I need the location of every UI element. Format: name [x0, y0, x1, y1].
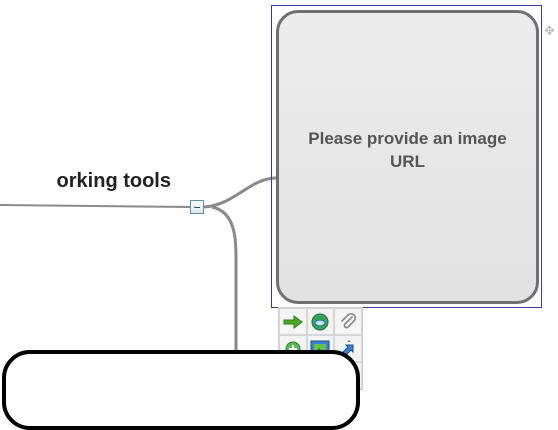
paperclip-icon	[341, 312, 357, 328]
collapse-toggle-button[interactable]	[190, 200, 204, 214]
node-underline	[0, 204, 191, 208]
callout-box	[2, 350, 360, 430]
image-placeholder-text: Please provide an image URL	[308, 129, 507, 171]
arrow-right-icon	[283, 314, 303, 329]
connector-root-to-image	[203, 176, 277, 209]
tool-attach[interactable]	[334, 308, 362, 335]
tool-link[interactable]	[306, 308, 335, 335]
node-label[interactable]: orking tools	[0, 168, 200, 198]
image-node[interactable]: Please provide an image URL	[276, 10, 539, 304]
link-globe-icon	[311, 313, 329, 330]
node-label-text: orking tools	[56, 170, 171, 192]
move-handle-icon[interactable]: ✥	[544, 24, 555, 37]
tool-connect-arrow[interactable]	[279, 308, 307, 335]
